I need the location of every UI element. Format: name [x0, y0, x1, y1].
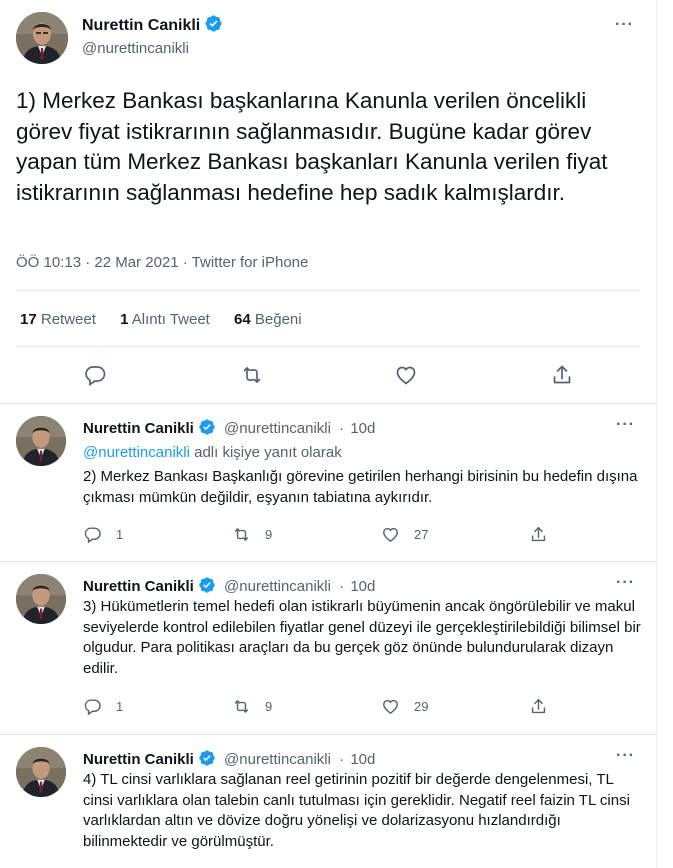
replying-mention-link[interactable]: @nurettincanikli — [83, 444, 190, 461]
reply-avatar[interactable] — [16, 416, 66, 466]
like-stat[interactable]: 64 Beğeni — [234, 311, 302, 328]
reply-author-handle[interactable]: @nurettincanikli — [224, 420, 331, 437]
retweet-icon — [234, 527, 249, 541]
reply-author-handle[interactable]: @nurettincanikli — [224, 578, 331, 595]
avatar-photo — [16, 747, 66, 797]
quote-count: 1 — [120, 311, 129, 328]
author-name: Nurettin Canikli — [82, 17, 201, 34]
reply-time[interactable]: 10d — [350, 420, 375, 437]
reply-action-bar: 1 9 27 — [83, 524, 563, 544]
avatar-photo — [16, 416, 66, 466]
reply-header: Nurettin Canikli @nurettincanikli · 10d — [83, 576, 375, 595]
share-icon — [531, 526, 546, 541]
reply-icon — [84, 698, 101, 715]
replying-suffix: adlı kişiye yanıt olarak — [194, 444, 342, 461]
reply-avatar[interactable] — [16, 574, 66, 624]
retweet-button[interactable]: 9 — [232, 524, 272, 544]
reply-author-name[interactable]: Nurettin Canikli — [83, 751, 194, 768]
more-icon[interactable]: ··· — [616, 748, 635, 764]
reply-author-name[interactable]: Nurettin Canikli — [83, 578, 194, 595]
reply-action-bar: 1 9 29 — [83, 696, 563, 716]
share-icon[interactable] — [550, 363, 574, 387]
retweet-icon[interactable] — [240, 363, 264, 387]
reply-author-handle[interactable]: @nurettincanikli — [224, 751, 331, 768]
reply-header: Nurettin Canikli @nurettincanikli · 10d — [83, 749, 375, 768]
avatar-photo — [16, 12, 68, 64]
more-icon[interactable]: ··· — [615, 17, 634, 33]
reply-icon — [84, 526, 101, 543]
reply-icon[interactable] — [83, 363, 107, 387]
retweet-label: Retweet — [40, 311, 96, 328]
reply-text: 2) Merkez Bankası Başkanlığı görevine ge… — [83, 468, 638, 506]
tweet-meta[interactable]: ÖÖ 10:13 · 22 Mar 2021 · Twitter for iPh… — [16, 254, 308, 271]
reply-tweet[interactable]: Nurettin Canikli @nurettincanikli · 10d … — [0, 403, 656, 561]
like-label: Beğeni — [254, 311, 302, 328]
reply-text: 4) TL cinsi varlıklara sağlanan reel get… — [83, 771, 630, 851]
divider — [16, 290, 640, 291]
like-count: 29 — [414, 698, 429, 714]
reply-count: 1 — [116, 698, 124, 714]
like-count: 64 — [234, 311, 251, 328]
verified-badge-icon — [199, 419, 215, 435]
reply-time[interactable]: 10d — [350, 578, 375, 595]
separator-dot: · — [339, 420, 345, 437]
tweet-thread: Nurettin Canikli @nurettincanikli ··· 1)… — [0, 0, 657, 868]
quote-stat[interactable]: 1 Alıntı Tweet — [120, 311, 210, 328]
retweet-icon — [234, 699, 249, 713]
separator-dot: · — [339, 578, 345, 595]
more-icon[interactable]: ··· — [616, 417, 635, 433]
replying-to: @nurettincanikli adlı kişiye yanıt olara… — [83, 444, 342, 461]
author-name-row[interactable]: Nurettin Canikli — [82, 14, 223, 35]
reply-text: 3) Hükümetlerin temel hedefi olan istikr… — [83, 598, 641, 678]
quote-label: Alıntı Tweet — [131, 311, 210, 328]
tweet-stats: 17 Retweet 1 Alıntı Tweet 64 Beğeni — [20, 311, 322, 328]
tweet-text: 1) Merkez Bankası başkanlarına Kanunla v… — [16, 88, 608, 205]
author-avatar[interactable] — [16, 12, 68, 64]
verified-badge-icon — [199, 577, 215, 593]
retweet-stat[interactable]: 17 Retweet — [20, 311, 96, 328]
verified-badge-icon — [199, 750, 215, 766]
like-count: 27 — [414, 526, 429, 542]
more-icon[interactable]: ··· — [616, 575, 635, 591]
separator-dot: · — [339, 751, 345, 768]
reply-tweet[interactable]: Nurettin Canikli @nurettincanikli · 10d … — [0, 734, 656, 868]
share-button[interactable] — [529, 524, 548, 544]
reply-count: 1 — [116, 526, 124, 542]
reply-tweet[interactable]: Nurettin Canikli @nurettincanikli · 10d … — [0, 561, 656, 734]
reply-avatar[interactable] — [16, 747, 66, 797]
reply-header: Nurettin Canikli @nurettincanikli · 10d — [83, 418, 375, 437]
like-icon[interactable] — [394, 363, 418, 387]
retweet-count: 9 — [265, 698, 273, 714]
like-button[interactable]: 27 — [381, 524, 428, 544]
retweet-count: 17 — [20, 311, 37, 328]
like-icon — [383, 699, 398, 714]
avatar-photo — [16, 574, 66, 624]
retweet-button[interactable]: 9 — [232, 696, 272, 716]
main-action-bar — [0, 363, 656, 387]
share-button[interactable] — [529, 696, 548, 716]
like-button[interactable]: 29 — [381, 696, 428, 716]
divider — [16, 346, 640, 347]
verified-badge-icon — [205, 15, 222, 32]
reply-button[interactable]: 1 — [83, 696, 123, 716]
author-handle[interactable]: @nurettincanikli — [82, 40, 189, 57]
reply-button[interactable]: 1 — [83, 524, 123, 544]
reply-author-name[interactable]: Nurettin Canikli — [83, 420, 194, 437]
like-icon — [383, 527, 398, 542]
reply-time[interactable]: 10d — [350, 751, 375, 768]
share-icon — [531, 698, 546, 713]
retweet-count: 9 — [265, 526, 273, 542]
